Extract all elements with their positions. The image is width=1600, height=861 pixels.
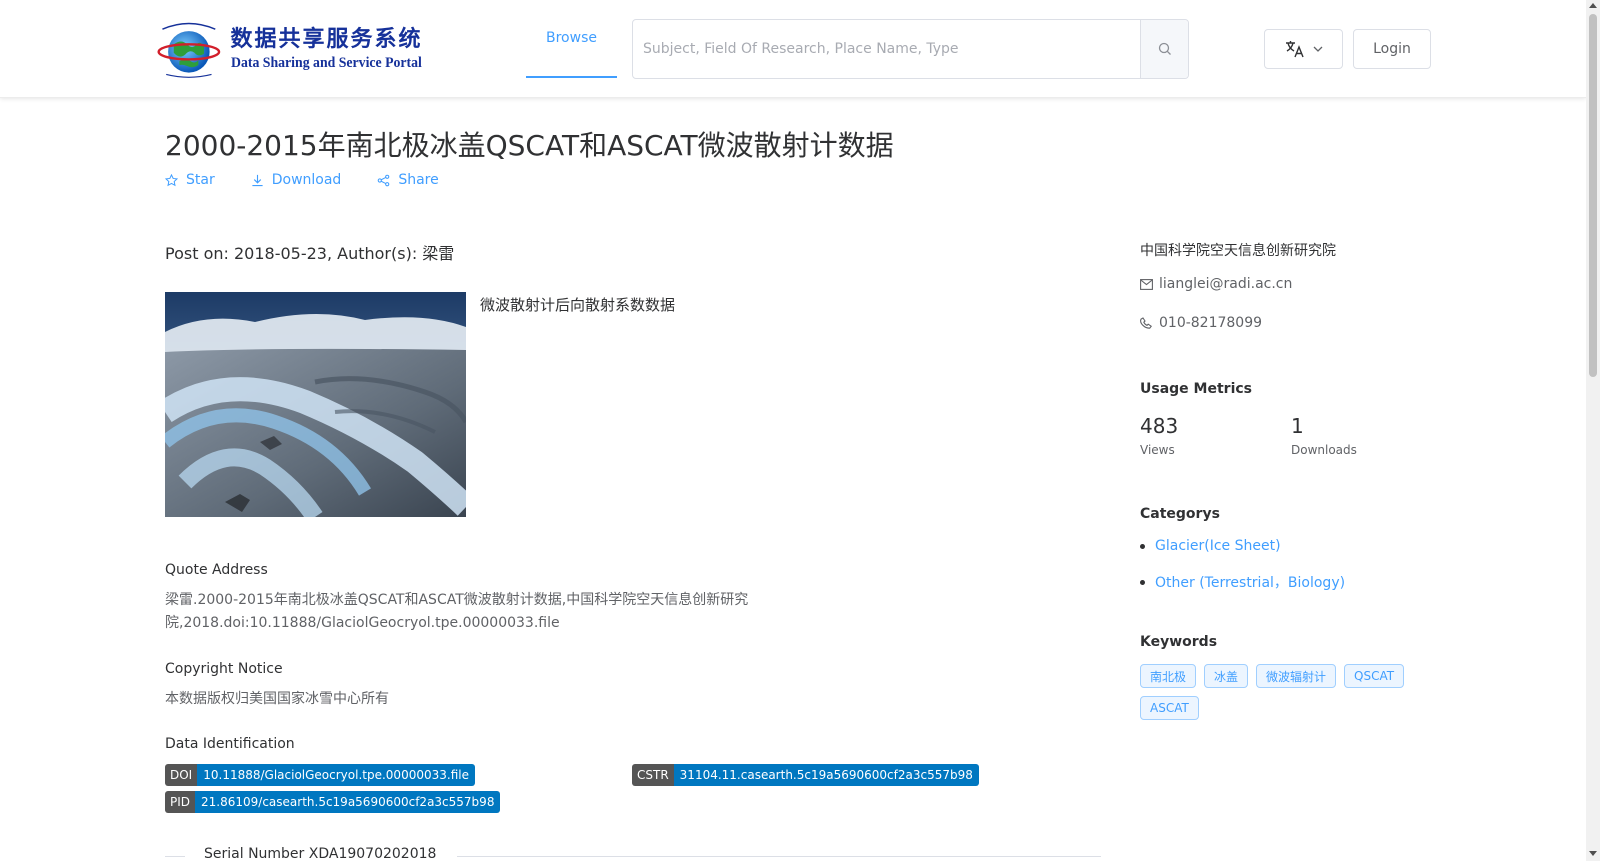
scroll-up-arrow-icon[interactable] (1589, 3, 1597, 8)
phone-icon (1140, 316, 1152, 329)
share-label: Share (398, 172, 439, 188)
copyright-heading: Copyright Notice (165, 661, 283, 677)
search-bar (632, 19, 1189, 79)
serial-number: Serial Number XDA19070202018 (204, 846, 437, 861)
dataset-actions: Star Download Share (165, 172, 475, 188)
chevron-down-icon (1313, 46, 1322, 52)
contact-phone: 010-82178099 (1140, 315, 1262, 331)
cstr-badge[interactable]: CSTR 31104.11.casearth.5c19a5690600cf2a3… (632, 764, 979, 786)
translate-icon (1285, 41, 1304, 58)
page-scrollbar[interactable] (1586, 0, 1600, 861)
dataset-title: 2000-2015年南北极冰盖QSCAT和ASCAT微波散射计数据 (165, 129, 894, 162)
mail-icon (1140, 278, 1153, 290)
views-count: 483 (1140, 414, 1179, 438)
keyword-tag[interactable]: QSCAT (1344, 664, 1405, 688)
categories-heading: Categorys (1140, 506, 1220, 522)
language-switch-button[interactable] (1264, 29, 1343, 69)
keyword-tag[interactable]: ASCAT (1140, 696, 1199, 720)
downloads-count: 1 (1291, 414, 1304, 438)
category-label: Other (Terrestrial，Biology) (1155, 575, 1346, 591)
pid-value: 21.86109/casearth.5c19a5690600cf2a3c557b… (195, 791, 501, 813)
contact-email[interactable]: lianglei@radi.ac.cn (1140, 276, 1292, 292)
views-label: Views (1140, 443, 1175, 457)
scroll-down-arrow-icon[interactable] (1589, 851, 1597, 856)
doi-badge[interactable]: DOI 10.11888/GlaciolGeocryol.tpe.0000003… (165, 764, 475, 786)
phone-text: 010-82178099 (1159, 315, 1263, 331)
top-header: 数据共享服务系统 Data Sharing and Service Portal… (0, 0, 1586, 98)
download-icon (252, 174, 263, 186)
copyright-text: 本数据版权归美国国家冰雪中心所有 (165, 691, 389, 707)
email-text: lianglei@radi.ac.cn (1159, 276, 1293, 292)
star-icon (165, 173, 178, 186)
organization-name: 中国科学院空天信息创新研究院 (1140, 243, 1336, 259)
search-icon (1158, 42, 1171, 55)
download-label: Download (271, 172, 342, 188)
post-info: Post on: 2018-05-23, Author(s): 梁雷 (165, 244, 455, 263)
logo-title-cn: 数据共享服务系统 (230, 27, 423, 52)
dataset-abstract: 微波散射计后向散射系数数据 (480, 296, 676, 314)
keywords-heading: Keywords (1140, 634, 1218, 650)
doi-value: 10.11888/GlaciolGeocryol.tpe.00000033.fi… (197, 764, 475, 786)
search-input[interactable] (633, 20, 1140, 78)
globe-logo-icon (157, 22, 221, 78)
keyword-tag[interactable]: 冰盖 (1204, 664, 1249, 688)
quote-heading: Quote Address (165, 562, 268, 578)
category-label: Glacier(Ice Sheet) (1155, 538, 1281, 554)
share-icon (378, 174, 390, 186)
star-button[interactable]: Star (165, 172, 215, 188)
category-item[interactable]: Glacier(Ice Sheet) (1140, 538, 1281, 554)
logo-title-en: Data Sharing and Service Portal (230, 55, 422, 71)
keyword-tags: 南北极 冰盖 微波辐射计 QSCAT ASCAT (1140, 664, 1430, 720)
search-button[interactable] (1140, 20, 1188, 78)
share-button[interactable]: Share (377, 172, 439, 188)
category-item[interactable]: Other (Terrestrial，Biology) (1140, 572, 1345, 592)
dataset-thumbnail (165, 292, 466, 517)
login-button[interactable]: Login (1353, 29, 1431, 69)
download-button[interactable]: Download (251, 172, 342, 188)
pid-badge[interactable]: PID 21.86109/casearth.5c19a5690600cf2a3c… (165, 791, 501, 813)
serial-divider: Serial Number XDA19070202018 (165, 846, 1101, 861)
pid-key: PID (165, 791, 196, 813)
scroll-thumb[interactable] (1589, 14, 1597, 377)
quote-text: 梁雷.2000-2015年南北极冰盖QSCAT和ASCAT微波散射计数据,中国科… (165, 592, 749, 631)
nav-browse-tab[interactable]: Browse (526, 0, 617, 78)
keyword-tag[interactable]: 微波辐射计 (1256, 664, 1337, 688)
keyword-tag[interactable]: 南北极 (1140, 664, 1197, 688)
downloads-label: Downloads (1291, 443, 1357, 457)
site-logo[interactable]: 数据共享服务系统 Data Sharing and Service Portal (153, 18, 438, 80)
cstr-value: 31104.11.casearth.5c19a5690600cf2a3c557b… (673, 764, 979, 786)
cstr-key: CSTR (632, 764, 674, 786)
star-label: Star (186, 172, 215, 188)
doi-key: DOI (165, 764, 198, 786)
identification-heading: Data Identification (165, 736, 295, 752)
usage-metrics-heading: Usage Metrics (1140, 381, 1252, 397)
